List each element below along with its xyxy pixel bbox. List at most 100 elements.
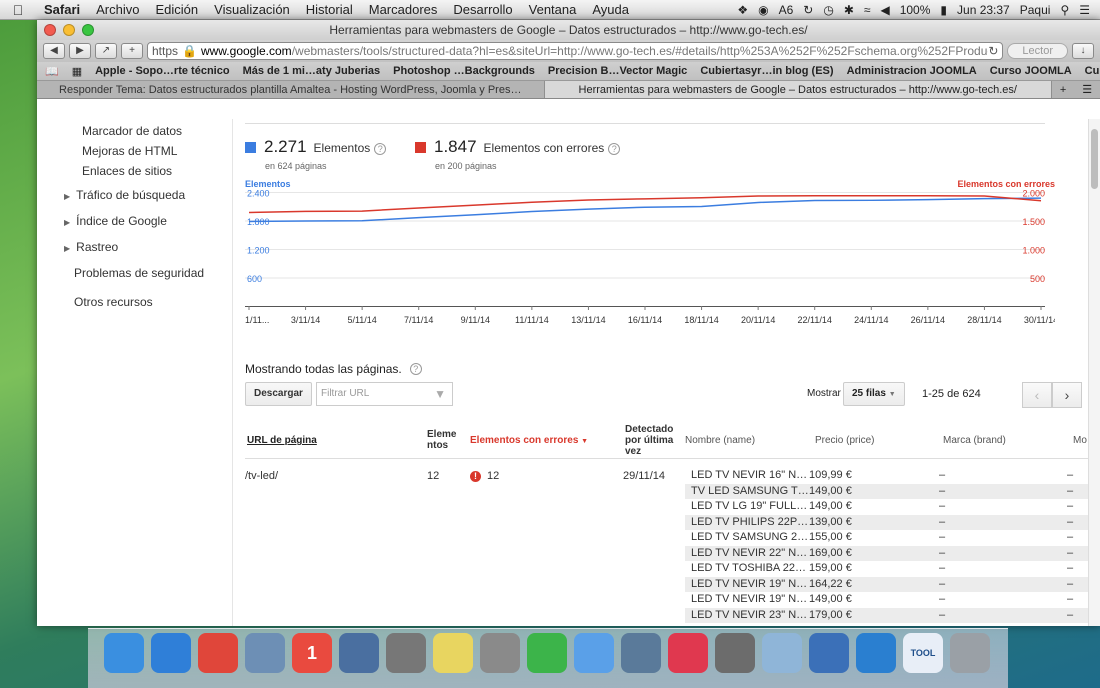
reload-icon[interactable]: ↻ bbox=[988, 44, 998, 58]
col-brand[interactable]: Marca (brand) bbox=[943, 435, 1006, 446]
sidebar-item-otros[interactable]: Otros recursos bbox=[74, 295, 153, 309]
col-detected[interactable]: Detectado por última vez bbox=[625, 424, 677, 457]
menu-historial[interactable]: Historial bbox=[298, 2, 361, 17]
list-item[interactable]: LED TV NEVIR 19" N… 149,00 € – – bbox=[685, 592, 1090, 608]
calendar-icon[interactable]: 1 bbox=[292, 633, 332, 673]
close-window-button[interactable] bbox=[44, 24, 56, 36]
clock-status-icon[interactable]: ◷ bbox=[823, 3, 833, 17]
col-price[interactable]: Precio (price) bbox=[815, 435, 874, 446]
help-icon[interactable]: ? bbox=[409, 363, 422, 375]
address-bar[interactable]: https 🔒 www.google.com /webmasters/tools… bbox=[147, 42, 1004, 60]
bookmark-item[interactable]: Precision B…Vector Magic bbox=[548, 65, 687, 77]
downloads-button[interactable]: ↓ bbox=[1072, 43, 1094, 59]
menu-ventana[interactable]: Ventana bbox=[521, 2, 585, 17]
filter-icon[interactable]: ▼ bbox=[434, 383, 446, 405]
book-icon[interactable] bbox=[339, 633, 379, 673]
list-item[interactable]: TV LED SAMSUNG T… 149,00 € – – bbox=[685, 483, 1090, 499]
sidebar-item-seguridad[interactable]: Problemas de seguridad bbox=[74, 266, 204, 280]
list-item[interactable]: LED TV LG 19" FULL… 149,00 € – – bbox=[685, 499, 1090, 515]
safari-icon[interactable] bbox=[151, 633, 191, 673]
page-scrollbar[interactable] bbox=[1088, 119, 1100, 626]
scrollbar-thumb[interactable] bbox=[1091, 129, 1098, 189]
add-tab-icon[interactable]: + bbox=[1060, 84, 1066, 96]
share-button[interactable]: ↗ bbox=[95, 43, 117, 59]
bookmark-item[interactable]: Más de 1 mi…aty Juberias bbox=[243, 65, 381, 77]
top-sites-icon[interactable]: ▦ bbox=[72, 65, 82, 78]
tab-webmasters[interactable]: Herramientas para webmasters de Google –… bbox=[544, 81, 1052, 98]
forward-button[interactable]: ▶ bbox=[69, 43, 91, 59]
dropbox-icon[interactable]: ❖ bbox=[737, 3, 748, 17]
list-item[interactable]: LED TV PHILIPS 22P… 139,00 € – – bbox=[685, 514, 1090, 530]
next-page-button[interactable]: › bbox=[1052, 382, 1082, 408]
time-machine-icon[interactable]: ↻ bbox=[803, 3, 813, 17]
notification-center-icon[interactable]: ☰ bbox=[1079, 3, 1090, 17]
reading-list-icon[interactable]: 📖 bbox=[45, 65, 59, 78]
back-button[interactable]: ◀ bbox=[43, 43, 65, 59]
col-url[interactable]: URL de página bbox=[247, 435, 317, 446]
prev-page-button[interactable]: ‹ bbox=[1022, 382, 1052, 408]
battery-text[interactable]: 100% bbox=[900, 3, 931, 17]
menu-desarrollo[interactable]: Desarrollo bbox=[445, 2, 520, 17]
spotlight-icon[interactable]: ⚲ bbox=[1060, 3, 1069, 17]
photos-icon[interactable] bbox=[621, 633, 661, 673]
col-elements[interactable]: Elementos bbox=[427, 429, 459, 451]
bookmark-item[interactable]: Curso JOOMLA bbox=[990, 65, 1072, 77]
sidebar-item-enlaces[interactable]: Enlaces de sitios bbox=[82, 164, 172, 178]
sidebar-item-indice[interactable]: ▶ Índice de Google bbox=[64, 214, 167, 228]
bookmark-item[interactable]: Photoshop …Backgrounds bbox=[393, 65, 535, 77]
tool-doc-icon[interactable]: TOOL bbox=[903, 633, 943, 673]
volume-icon[interactable]: ◀ bbox=[880, 3, 889, 17]
adobe-icon[interactable]: A6 bbox=[779, 3, 794, 17]
notes-icon[interactable] bbox=[433, 633, 473, 673]
menu-ayuda[interactable]: Ayuda bbox=[584, 2, 637, 17]
box-icon[interactable] bbox=[762, 633, 802, 673]
messages-icon[interactable] bbox=[574, 633, 614, 673]
bookmark-item[interactable]: Administracion JOOMLA bbox=[847, 65, 977, 77]
list-item[interactable]: LED TV SAMSUNG 2… 155,00 € – – bbox=[685, 530, 1090, 546]
list-item[interactable]: LED TV NEVIR 16" N… 109,99 € – – bbox=[685, 468, 1090, 484]
minimize-window-button[interactable] bbox=[63, 24, 75, 36]
sidebar-item-mejoras-html[interactable]: Mejoras de HTML bbox=[82, 144, 177, 158]
battery-icon[interactable]: ▮ bbox=[940, 3, 947, 17]
maximize-window-button[interactable] bbox=[82, 24, 94, 36]
menu-marcadores[interactable]: Marcadores bbox=[361, 2, 446, 17]
wifi-icon[interactable]: ≈ bbox=[864, 3, 871, 17]
list-item[interactable]: LED TV NEVIR 23" N… 179,00 € – – bbox=[685, 607, 1090, 623]
help-icon[interactable]: ? bbox=[608, 143, 621, 155]
sidebar-item-rastreo[interactable]: ▶ Rastreo bbox=[64, 240, 118, 254]
mail-icon[interactable] bbox=[245, 633, 285, 673]
list-item[interactable]: LED TV TOSHIBA 22… 159,00 € – – bbox=[685, 561, 1090, 577]
itunes-icon[interactable] bbox=[668, 633, 708, 673]
camera-icon[interactable] bbox=[386, 633, 426, 673]
sidebar-item-marcador[interactable]: Marcador de datos bbox=[82, 124, 182, 138]
help-icon[interactable]: ? bbox=[374, 143, 387, 155]
menu-app[interactable]: Safari bbox=[36, 2, 88, 17]
bookmark-item[interactable]: Apple - Sopo…rte técnico bbox=[95, 65, 229, 77]
clock[interactable]: Jun 23:37 bbox=[957, 3, 1010, 17]
col-errors[interactable]: Elementos con errores ▼ bbox=[470, 435, 588, 446]
chrome-icon[interactable] bbox=[198, 633, 238, 673]
menu-visualizacion[interactable]: Visualización bbox=[206, 2, 298, 17]
w-icon[interactable] bbox=[856, 633, 896, 673]
list-item[interactable]: LED TV NEVIR 22" N… 169,00 € – – bbox=[685, 545, 1090, 561]
bookmark-item[interactable]: Curso DAW bbox=[1085, 65, 1100, 77]
tab-forum[interactable]: Responder Tema: Datos estructurados plan… bbox=[37, 81, 545, 98]
calculator-icon[interactable] bbox=[480, 633, 520, 673]
download-button[interactable]: Descargar bbox=[245, 382, 312, 406]
col-mo[interactable]: Mo bbox=[1073, 435, 1087, 446]
tab-overview-icon[interactable]: ☰ bbox=[1082, 83, 1092, 96]
rows-per-page-select[interactable]: 25 filas ▼ bbox=[843, 382, 905, 406]
virtualbox-icon[interactable] bbox=[809, 633, 849, 673]
apple-icon[interactable]:  bbox=[0, 2, 36, 18]
menu-edicion[interactable]: Edición bbox=[148, 2, 207, 17]
trash-icon[interactable] bbox=[950, 633, 990, 673]
list-item[interactable]: LED TV NEVIR 19" N… 164,22 € – – bbox=[685, 576, 1090, 592]
col-name[interactable]: Nombre (name) bbox=[685, 435, 755, 446]
gear-icon[interactable] bbox=[715, 633, 755, 673]
filter-url-input[interactable]: Filtrar URL ▼ bbox=[316, 382, 453, 406]
finder-icon[interactable] bbox=[104, 633, 144, 673]
bookmark-item[interactable]: Cubiertasyr…in blog (ES) bbox=[700, 65, 833, 77]
evernote-icon[interactable]: ◉ bbox=[758, 3, 768, 17]
spotify-icon[interactable] bbox=[527, 633, 567, 673]
user-name[interactable]: Paqui bbox=[1020, 3, 1051, 17]
